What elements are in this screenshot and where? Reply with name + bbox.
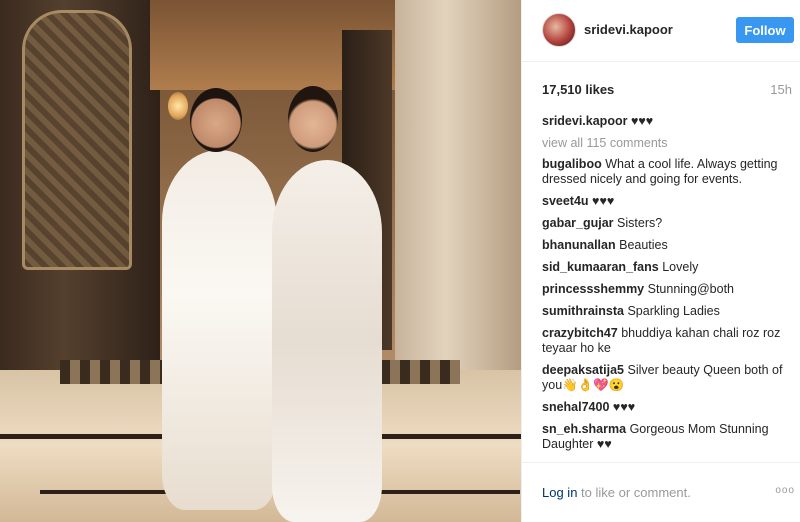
post-timestamp[interactable]: 15h xyxy=(770,82,792,97)
comment-username[interactable]: sid_kumaaran_fans xyxy=(542,260,659,274)
list-item: sumithrainsta Sparkling Ladies xyxy=(542,304,794,319)
photo-column xyxy=(395,0,521,400)
caption-username[interactable]: sridevi.kapoor xyxy=(542,114,627,128)
comment-text: Stunning@both xyxy=(647,282,734,296)
photo-lamp xyxy=(168,92,188,120)
photo-figure-left-head xyxy=(190,88,242,152)
caption-text: ♥♥♥ xyxy=(630,114,654,128)
comment-text: Beauties xyxy=(619,238,668,252)
list-item: sveet4u ♥♥♥ xyxy=(542,194,794,209)
list-item: princessshemmy Stunning@both xyxy=(542,282,794,297)
comment-text: Lovely xyxy=(662,260,699,274)
comment-text: ♥♥♥ xyxy=(612,400,636,414)
list-item: bhanunallan Beauties xyxy=(542,238,794,253)
view-all-comments-link[interactable]: view all 115 comments xyxy=(542,136,794,150)
comment-text: Sisters? xyxy=(617,216,663,230)
more-options-icon[interactable]: ooo xyxy=(775,485,795,496)
comment-username[interactable]: bugaliboo xyxy=(542,157,602,171)
comment-text: Sparkling Ladies xyxy=(627,304,720,318)
login-link[interactable]: Log in xyxy=(542,485,577,500)
caption: sridevi.kapoor ♥♥♥ xyxy=(542,114,794,129)
list-item: gabar_gujar Sisters? xyxy=(542,216,794,231)
list-item: sid_kumaaran_fans Lovely xyxy=(542,260,794,275)
instagram-post: sridevi.kapoor Follow 17,510 likes 15h s… xyxy=(0,0,800,522)
photo-figure-left xyxy=(162,150,277,510)
login-prompt-text: to like or comment. xyxy=(577,485,691,500)
photo-figure-right-head xyxy=(288,86,338,152)
list-item: deepaksatija5 Silver beauty Queen both o… xyxy=(542,363,794,393)
list-item: bugaliboo What a cool life. Always getti… xyxy=(542,157,794,187)
post-photo[interactable] xyxy=(0,0,521,522)
comment-username[interactable]: gabar_gujar xyxy=(542,216,614,230)
post-sidebar: sridevi.kapoor Follow 17,510 likes 15h s… xyxy=(521,0,800,522)
likes-count[interactable]: 17,510 likes xyxy=(542,82,614,97)
comment-text: ♥♥♥ xyxy=(592,194,615,208)
avatar[interactable] xyxy=(542,13,576,47)
post-header: sridevi.kapoor Follow xyxy=(522,0,800,62)
post-footer: Log in to like or comment. ooo xyxy=(522,462,800,522)
comment-username[interactable]: sumithrainsta xyxy=(542,304,624,318)
list-item: sn_eh.sharma Gorgeous Mom Stunning Daugh… xyxy=(542,422,794,452)
photo-door-left xyxy=(0,0,160,380)
follow-button[interactable]: Follow xyxy=(736,17,794,43)
photo-figure-right xyxy=(272,160,382,522)
comments-list: sridevi.kapoor ♥♥♥ view all 115 comments… xyxy=(542,114,794,462)
list-item: crazybitch47 bhuddiya kahan chali roz ro… xyxy=(542,326,794,356)
comment-username[interactable]: bhanunallan xyxy=(542,238,616,252)
comment-username[interactable]: crazybitch47 xyxy=(542,326,618,340)
login-prompt: Log in to like or comment. xyxy=(542,485,691,500)
comment-username[interactable]: deepaksatija5 xyxy=(542,363,624,377)
comment-username[interactable]: princessshemmy xyxy=(542,282,644,296)
photo-door-pattern xyxy=(22,10,132,270)
comment-username[interactable]: sveet4u xyxy=(542,194,589,208)
comment-username[interactable]: sn_eh.sharma xyxy=(542,422,626,436)
list-item: snehal7400 ♥♥♥ xyxy=(542,400,794,415)
post-username[interactable]: sridevi.kapoor xyxy=(584,22,673,37)
comment-username[interactable]: snehal7400 xyxy=(542,400,609,414)
